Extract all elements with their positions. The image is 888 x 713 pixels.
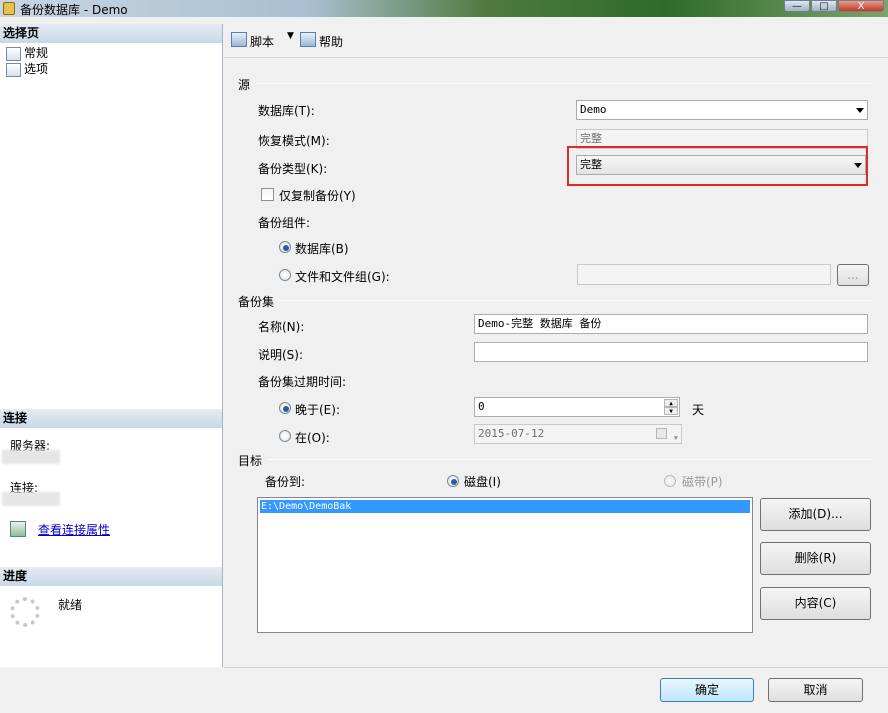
ok-button[interactable]: 确定 <box>660 678 754 702</box>
backup-type-value: 完整 <box>580 158 602 171</box>
page-item-label: 选项 <box>24 62 49 76</box>
backup-type-select[interactable]: 完整 <box>576 155 866 175</box>
component-files-radio[interactable] <box>279 269 291 281</box>
browse-files-button[interactable]: ... <box>837 264 869 286</box>
expire-days-value: 0 <box>478 400 485 413</box>
description-label: 说明(S): <box>258 348 304 362</box>
add-destination-button[interactable]: 添加(D)... <box>760 498 871 531</box>
description-input[interactable] <box>474 342 868 362</box>
toolbar: 脚本 ▼ 帮助 <box>224 24 888 58</box>
select-page-heading: 选择页 <box>0 24 222 43</box>
page-item-options[interactable]: 选项 <box>6 61 48 77</box>
page-item-general[interactable]: 常规 <box>6 45 48 61</box>
backup-name-input[interactable]: Demo-完整 数据库 备份 <box>474 314 868 334</box>
days-unit-label: 天 <box>692 403 705 417</box>
chevron-down-icon: ▼ <box>673 434 678 442</box>
expire-days-stepper[interactable]: 0 ▲ ▼ <box>474 397 680 417</box>
database-label: 数据库(T): <box>258 104 315 118</box>
progress-heading: 进度 <box>0 567 222 586</box>
list-item[interactable]: E:\Demo\DemoBak <box>260 500 750 513</box>
destination-group-title: 目标 <box>238 454 263 468</box>
maximize-button[interactable]: □ <box>811 0 837 12</box>
connection-value-redacted <box>2 492 60 506</box>
database-select[interactable]: Demo <box>576 100 868 120</box>
page-settings-icon <box>6 63 21 77</box>
database-value: Demo <box>580 103 607 116</box>
name-label: 名称(N): <box>258 320 305 334</box>
backup-to-label: 备份到: <box>265 475 306 489</box>
view-connection-properties-link[interactable]: 查看连接属性 <box>38 521 110 538</box>
component-database-radio[interactable] <box>279 241 291 253</box>
server-value-redacted <box>2 450 60 464</box>
page-settings-icon <box>6 47 21 61</box>
title-bar[interactable]: 备份数据库 - Demo — □ X <box>0 0 888 17</box>
help-label: 帮助 <box>319 35 344 49</box>
script-label: 脚本 <box>250 35 275 49</box>
database-icon <box>3 2 15 15</box>
connection-properties-icon <box>10 521 26 537</box>
tape-radio[interactable] <box>664 475 676 487</box>
calendar-icon <box>656 428 667 439</box>
expire-date-value: 2015-07-12 <box>478 427 545 440</box>
stepper-up-icon[interactable]: ▲ <box>664 399 678 407</box>
chevron-down-icon <box>854 163 862 168</box>
backup-set-group-title: 备份集 <box>238 295 275 309</box>
close-button[interactable]: X <box>838 0 884 12</box>
expire-on-radio[interactable] <box>279 430 291 442</box>
backup-component-label: 备份组件: <box>258 216 311 230</box>
disk-radio[interactable] <box>447 475 459 487</box>
backup-type-label: 备份类型(K): <box>258 162 328 176</box>
filegroup-field <box>577 264 831 285</box>
expire-label: 备份集过期时间: <box>258 375 347 389</box>
recovery-model-label: 恢复模式(M): <box>258 134 330 148</box>
help-icon <box>300 32 316 47</box>
source-group-title: 源 <box>238 78 251 92</box>
stepper-down-icon[interactable]: ▼ <box>664 407 678 415</box>
divider <box>268 459 872 460</box>
left-panel: 选择页 常规 选项 连接 服务器: 连接: 查看连接属性 进度 就绪 <box>0 24 223 667</box>
component-files-label: 文件和文件组(G): <box>295 270 390 284</box>
chevron-down-icon <box>856 108 864 113</box>
script-icon <box>231 32 247 47</box>
disk-label: 磁盘(I) <box>464 475 501 489</box>
divider <box>256 83 872 84</box>
page-item-label: 常规 <box>24 46 49 60</box>
minimize-button[interactable]: — <box>784 0 810 12</box>
destination-list[interactable]: E:\Demo\DemoBak <box>257 497 753 633</box>
divider <box>278 300 872 301</box>
expire-after-label: 晚于(E): <box>295 403 340 417</box>
tape-label: 磁带(P) <box>682 475 723 489</box>
remove-destination-button[interactable]: 删除(R) <box>760 542 871 575</box>
contents-button[interactable]: 内容(C) <box>760 587 871 620</box>
expire-on-label: 在(O): <box>295 431 330 445</box>
connection-heading: 连接 <box>0 409 222 428</box>
expire-after-radio[interactable] <box>279 402 291 414</box>
chevron-down-icon[interactable]: ▼ <box>287 31 294 41</box>
copy-only-label: 仅复制备份(Y) <box>279 189 356 203</box>
progress-spinner-icon <box>10 597 40 627</box>
dialog-footer: 确定 取消 <box>224 667 888 713</box>
expire-date-picker[interactable]: 2015-07-12 ▼ <box>474 424 682 444</box>
copy-only-checkbox[interactable] <box>261 188 274 201</box>
component-database-label: 数据库(B) <box>295 242 349 256</box>
cancel-button[interactable]: 取消 <box>768 678 863 702</box>
progress-status: 就绪 <box>58 598 83 612</box>
window-title: 备份数据库 - Demo <box>20 3 128 17</box>
